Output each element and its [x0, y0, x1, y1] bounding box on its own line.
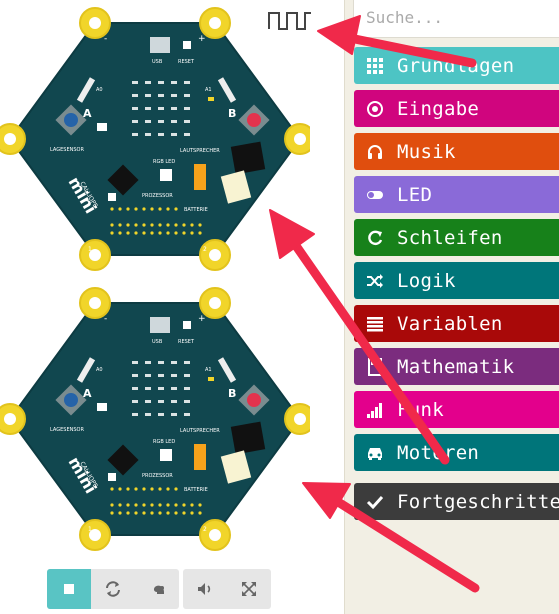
button-a-label: A	[83, 107, 92, 120]
category-motoren[interactable]: Motoren	[354, 434, 559, 471]
car-icon	[364, 442, 386, 464]
pin-1-label: 1	[88, 526, 92, 533]
category-label: Schleifen	[397, 226, 503, 249]
minus-label: -	[104, 34, 107, 44]
category-led[interactable]: LED	[354, 176, 559, 213]
category-label: Eingabe	[397, 97, 480, 120]
button-a-label: A	[83, 387, 92, 400]
square-wave-icon[interactable]	[267, 9, 313, 31]
lagesensor-label: LAGESENSOR	[50, 147, 84, 153]
category-grundlagen[interactable]: Grundlagen	[354, 47, 559, 84]
shuffle-icon	[364, 270, 386, 292]
stop-button[interactable]	[47, 569, 91, 609]
category-label: LED	[397, 183, 433, 206]
reset-label: RESET	[178, 59, 195, 65]
a1-label: A1	[205, 87, 212, 93]
category-musik[interactable]: Musik	[354, 133, 559, 170]
category-label: Musik	[397, 140, 456, 163]
pin-0-label: 0	[12, 156, 16, 163]
mute-icon	[198, 583, 211, 595]
restart-button[interactable]	[91, 569, 135, 609]
plus-label: +	[198, 314, 206, 324]
usb-label: USB	[152, 59, 163, 65]
simulator-extra-controls	[183, 569, 271, 609]
toolbox-panel: Grundlagen Eingabe Musik LED Schleifen L…	[344, 0, 559, 614]
radio-icon	[364, 98, 386, 120]
category-label: Funk	[397, 398, 444, 421]
category-label: Fortgeschritten	[397, 490, 559, 513]
category-schleifen[interactable]: Schleifen	[354, 219, 559, 256]
pin-1-label: 1	[88, 246, 92, 253]
calliope-board[interactable]: USB RESET + - A0 A1 A B LAGESENSOR LAUTS…	[0, 285, 310, 553]
refresh-icon	[364, 227, 386, 249]
chevron-icon	[364, 491, 386, 513]
category-eingabe[interactable]: Eingabe	[354, 90, 559, 127]
category-fortgeschritten[interactable]: Fortgeschritten	[354, 483, 559, 520]
reset-label: RESET	[178, 339, 195, 345]
category-logik[interactable]: Logik	[354, 262, 559, 299]
fullscreen-button[interactable]	[227, 569, 271, 609]
restart-icon	[106, 581, 120, 597]
grid-icon	[364, 55, 386, 77]
calliope-board-graphic[interactable]: USB RESET + - A0 A1 A B LAGESENSOR LAUTS…	[0, 5, 310, 273]
pin-2-label: 2	[203, 526, 207, 533]
prozessor-label: PROZESSOR	[142, 473, 173, 479]
button-b-label: B	[228, 107, 236, 120]
pin-3-label: 3	[291, 436, 295, 443]
mute-button[interactable]	[183, 569, 227, 609]
slow-motion-button[interactable]	[135, 569, 179, 609]
pin-2-label: 2	[203, 246, 207, 253]
a0-label: A0	[96, 87, 103, 93]
search-input[interactable]	[366, 8, 546, 27]
batterie-label: BATTERIE	[184, 207, 208, 213]
stop-icon	[64, 584, 74, 594]
category-label: Variablen	[397, 312, 503, 335]
lautsprecher-label: LAUTSPRECHER	[180, 148, 220, 154]
pin-0-label: 0	[12, 436, 16, 443]
a0-label: A0	[96, 367, 103, 373]
simulator-toolbar	[47, 569, 271, 609]
category-label: Motoren	[397, 441, 480, 464]
usb-label: USB	[152, 339, 163, 345]
category-label: Mathematik	[397, 355, 515, 378]
toolbox-search	[353, 0, 559, 38]
toggle-icon	[364, 184, 386, 206]
calliope-board[interactable]: USB RESET + - A0 A1 A B LAGESENSOR LAUTS…	[0, 5, 310, 273]
prozessor-label: PROZESSOR	[142, 193, 173, 199]
slow-motion-icon	[150, 585, 164, 594]
list-icon	[364, 313, 386, 335]
rgb-led-label: RGB LED	[153, 159, 175, 165]
category-label: Logik	[397, 269, 456, 292]
category-mathematik[interactable]: Mathematik	[354, 348, 559, 385]
a1-label: A1	[205, 367, 212, 373]
plus-label: +	[198, 34, 206, 44]
simulator-panel: USB RESET + - A0 A1 A B LAGESENSOR LAUTS…	[0, 0, 344, 614]
lagesensor-label: LAGESENSOR	[50, 427, 84, 433]
minus-label: -	[104, 314, 107, 324]
fullscreen-icon	[242, 582, 256, 596]
button-b-label: B	[228, 387, 236, 400]
signal-icon	[364, 399, 386, 421]
rgb-led-label: RGB LED	[153, 439, 175, 445]
category-label: Grundlagen	[397, 54, 515, 77]
lautsprecher-label: LAUTSPRECHER	[180, 428, 220, 434]
pin-3-label: 3	[291, 156, 295, 163]
headphones-icon	[364, 141, 386, 163]
category-variablen[interactable]: Variablen	[354, 305, 559, 342]
category-funk[interactable]: Funk	[354, 391, 559, 428]
simulator-controls	[47, 569, 179, 609]
calliope-board-graphic[interactable]: USB RESET + - A0 A1 A B LAGESENSOR LAUTS…	[0, 285, 310, 553]
batterie-label: BATTERIE	[184, 487, 208, 493]
calculator-icon	[364, 356, 386, 378]
